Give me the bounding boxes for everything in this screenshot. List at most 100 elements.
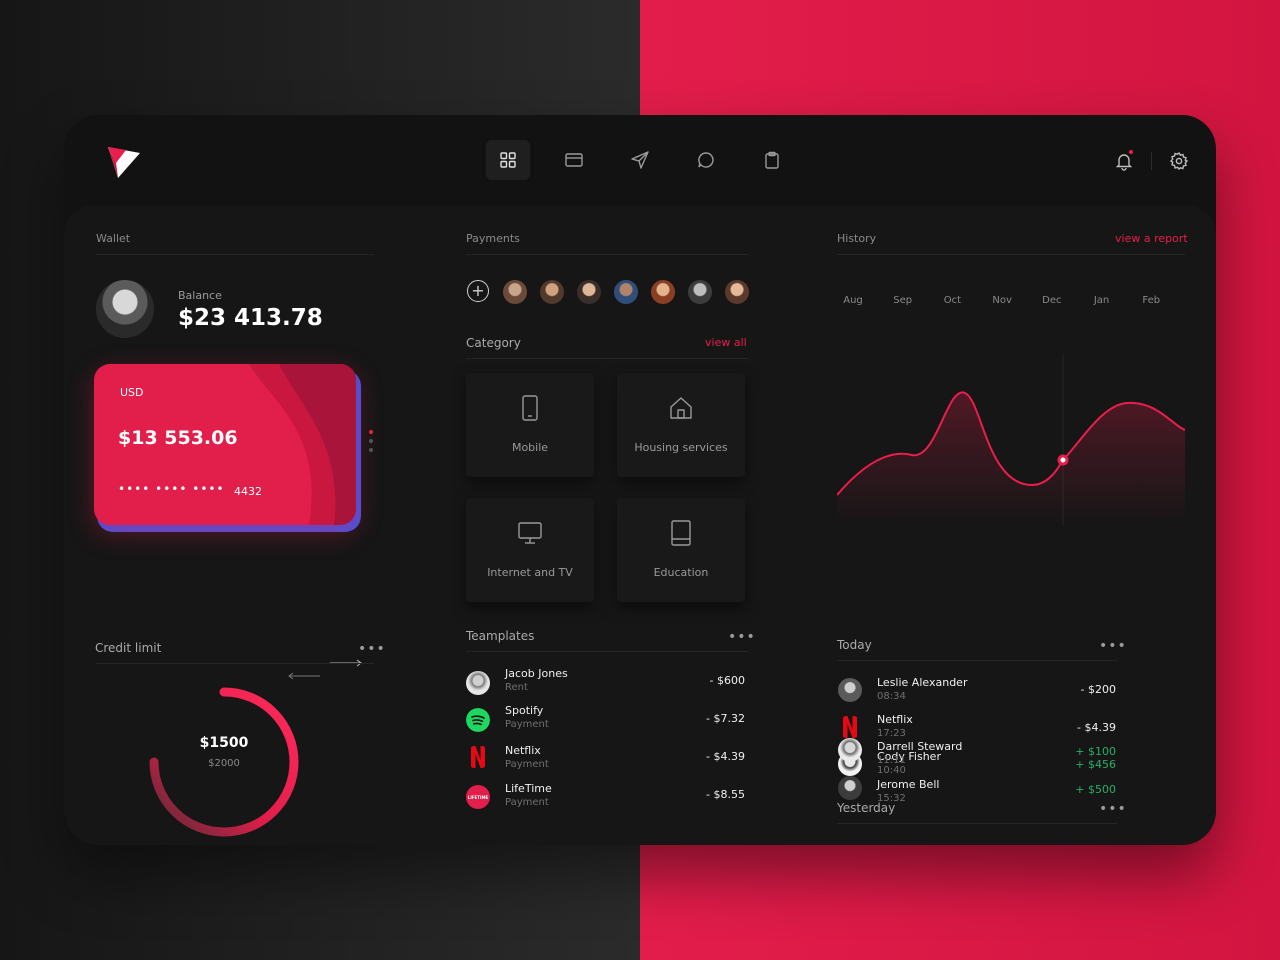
pager-dot (369, 439, 373, 443)
payee-avatar[interactable] (725, 280, 749, 304)
prev-card-arrow-icon[interactable] (287, 672, 321, 680)
template-name: LifeTime (505, 782, 552, 795)
transaction-time: 11:11 (877, 755, 906, 766)
view-report-link[interactable]: view a report (1115, 232, 1188, 245)
balance-label: Balance (178, 289, 222, 302)
category-mobile[interactable]: Mobile (466, 373, 594, 477)
transaction-time: 15:32 (877, 793, 906, 804)
template-avatar (466, 671, 490, 695)
notification-dot (1129, 150, 1133, 154)
transaction-name: Jerome Bell (877, 778, 940, 791)
template-sub: Payment (505, 719, 549, 730)
credit-limit-total: $2000 (208, 758, 240, 769)
template-name: Jacob Jones (505, 667, 568, 680)
payee-avatar[interactable] (577, 280, 601, 304)
transaction-avatar (838, 738, 862, 762)
transaction-amount: - $4.39 (1077, 721, 1116, 734)
category-label: Housing services (634, 441, 728, 454)
templates-title: Teamplates (466, 629, 535, 643)
templates-more-button[interactable]: ••• (728, 630, 756, 644)
month-label: Jan (1093, 295, 1110, 306)
transaction-amount: - $200 (1080, 683, 1116, 696)
transaction-name: Leslie Alexander (877, 676, 968, 689)
transaction-time: 17:23 (877, 728, 906, 739)
settings-button[interactable] (1166, 148, 1192, 174)
transaction-avatar (838, 776, 862, 800)
category-education[interactable]: Education (617, 498, 745, 602)
yesterday-more-button[interactable]: ••• (1099, 802, 1127, 816)
transaction-time: 10:40 (877, 765, 906, 776)
template-sub: Payment (505, 759, 549, 770)
template-name: Netflix (505, 744, 541, 757)
dashboard-grid-icon (500, 152, 516, 168)
divider (837, 823, 1117, 824)
main-nav (486, 140, 794, 180)
credit-more-button[interactable]: ••• (358, 642, 386, 656)
netflix-logo-icon (843, 716, 857, 738)
category-housing-services[interactable]: Housing services (617, 373, 745, 477)
logo-icon[interactable] (106, 145, 142, 181)
user-avatar[interactable] (96, 280, 154, 338)
payments-title: Payments (466, 232, 520, 245)
category-label: Internet and TV (487, 566, 573, 579)
notifications-button[interactable] (1111, 148, 1137, 174)
template-sub: Rent (505, 682, 528, 693)
card-currency: USD (120, 386, 144, 399)
payee-avatar[interactable] (540, 280, 564, 304)
card-pager[interactable] (369, 430, 373, 457)
app-window: Wallet Balance $23 413.78 USD $13 553.06… (64, 115, 1216, 845)
balance-value: $23 413.78 (178, 305, 323, 331)
chart-highlight-point[interactable] (1057, 454, 1069, 466)
view-all-link[interactable]: view all (705, 336, 747, 349)
chat-bubble-icon (698, 152, 714, 168)
divider (837, 254, 1185, 255)
lifetime-logo-text: LIFETIME (467, 794, 489, 800)
category-title: Category (466, 336, 521, 350)
nav-cards[interactable] (552, 140, 596, 180)
transaction-name: Netflix (877, 713, 913, 726)
credit-card[interactable]: USD $13 553.06 •••• •••• •••• 4432 (94, 364, 356, 525)
clipboard-icon (765, 151, 779, 169)
payee-avatar[interactable] (651, 280, 675, 304)
month-label: Dec (1042, 295, 1062, 306)
top-right-actions (1111, 148, 1192, 174)
monitor-icon (518, 522, 542, 544)
add-payee-button[interactable]: + (467, 280, 489, 302)
nav-clipboard[interactable] (750, 140, 794, 180)
template-name: Spotify (505, 704, 544, 717)
category-label: Mobile (511, 441, 549, 454)
credit-used: $1500 (199, 735, 249, 751)
divider (96, 663, 374, 664)
send-icon (631, 151, 649, 169)
transaction-name: Darrell Steward (877, 740, 963, 753)
nav-chat[interactable] (684, 140, 728, 180)
today-more-button[interactable]: ••• (1099, 639, 1127, 653)
book-icon (671, 520, 691, 546)
template-amount: - $8.55 (706, 788, 745, 801)
divider (466, 651, 748, 652)
month-label: Aug (843, 295, 863, 306)
payee-avatar[interactable] (614, 280, 638, 304)
credit-limit-title: Credit limit (95, 641, 162, 655)
transaction-avatar (838, 678, 862, 702)
transaction-amount: + $100 (1075, 745, 1116, 758)
month-label: Nov (992, 295, 1012, 306)
nav-dashboard[interactable] (486, 140, 530, 180)
chart-area (837, 392, 1185, 525)
pager-dot-active (369, 430, 373, 434)
bell-icon (1115, 154, 1133, 171)
card-last-four: 4432 (234, 485, 262, 498)
netflix-logo-icon (471, 746, 485, 768)
template-amount: - $600 (709, 674, 745, 687)
payee-avatar[interactable] (688, 280, 712, 304)
spotify-logo-icon (466, 708, 490, 732)
nav-send[interactable] (618, 140, 662, 180)
category-internet-tv[interactable]: Internet and TV (466, 498, 594, 602)
month-label: Oct (943, 295, 962, 306)
divider (466, 254, 748, 255)
template-amount: - $7.32 (706, 712, 745, 725)
divider (1151, 152, 1152, 170)
card-amount: $13 553.06 (118, 427, 238, 449)
payee-avatar[interactable] (503, 280, 527, 304)
divider (96, 254, 374, 255)
